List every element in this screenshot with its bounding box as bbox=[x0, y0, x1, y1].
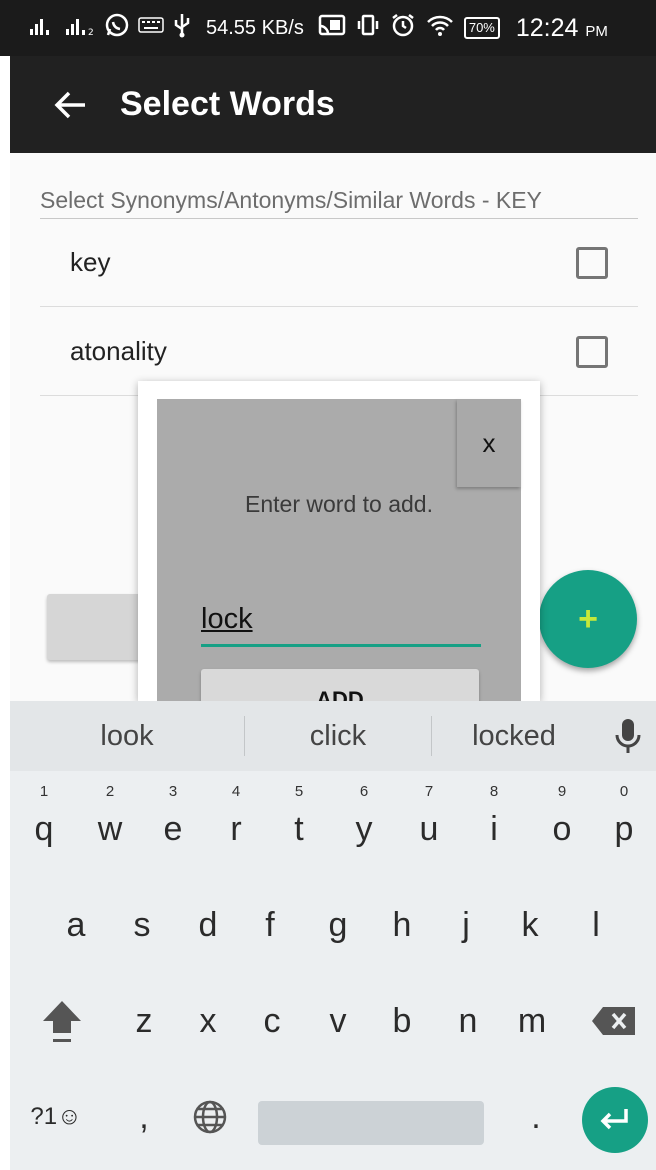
key-z[interactable]: z bbox=[114, 981, 174, 1061]
key-row-1: 1q 2w 3e 4r 5t 6y 7u 8i 9o 0p bbox=[10, 781, 656, 871]
key-d[interactable]: d bbox=[178, 885, 238, 965]
key-row-3: z x c v b n m bbox=[10, 981, 656, 1071]
signal-1-icon bbox=[30, 15, 58, 41]
key-i[interactable]: 8i bbox=[464, 781, 524, 861]
key-m[interactable]: m bbox=[502, 981, 562, 1061]
suggestion-2[interactable]: click bbox=[245, 720, 431, 753]
backspace-icon[interactable] bbox=[584, 981, 644, 1061]
arrow-left-icon[interactable] bbox=[40, 75, 100, 135]
key-q[interactable]: 1q bbox=[14, 781, 74, 861]
key-w[interactable]: 2w bbox=[80, 781, 140, 861]
key-f[interactable]: f bbox=[240, 885, 300, 965]
battery-icon: 70% bbox=[463, 17, 500, 39]
key-g[interactable]: g bbox=[308, 885, 368, 965]
plus-icon: + bbox=[578, 600, 598, 638]
key-k[interactable]: k bbox=[500, 885, 560, 965]
key-t[interactable]: 5t bbox=[269, 781, 329, 861]
mic-icon[interactable] bbox=[610, 715, 646, 757]
section-title: Select Synonyms/Antonyms/Similar Words -… bbox=[40, 187, 638, 219]
word-label: atonality bbox=[70, 336, 167, 366]
soft-keyboard: look click locked 1q 2w 3e 4r 5t 6y 7u 8… bbox=[10, 701, 656, 1170]
shift-icon[interactable] bbox=[32, 981, 92, 1061]
key-o[interactable]: 9o bbox=[532, 781, 592, 861]
svg-text:2: 2 bbox=[88, 28, 94, 35]
comma-key[interactable]: , bbox=[114, 1077, 174, 1157]
add-button[interactable]: ADD bbox=[201, 669, 479, 701]
key-n[interactable]: n bbox=[438, 981, 498, 1061]
word-input[interactable] bbox=[201, 595, 481, 647]
key-p[interactable]: 0p bbox=[594, 781, 654, 861]
close-button[interactable]: x bbox=[457, 399, 521, 487]
key-c[interactable]: c bbox=[242, 981, 302, 1061]
word-checkbox[interactable] bbox=[576, 246, 608, 279]
status-bar: 2 54.55 KB/s 70% 12:24 PM bbox=[0, 0, 656, 56]
key-y[interactable]: 6y bbox=[334, 781, 394, 861]
key-r[interactable]: 4r bbox=[206, 781, 266, 861]
status-icons-left: 2 bbox=[30, 12, 192, 44]
space-bar[interactable] bbox=[258, 1101, 484, 1145]
key-x[interactable]: x bbox=[178, 981, 238, 1061]
status-time: 12:24 PM bbox=[515, 13, 608, 42]
suggestion-3[interactable]: locked bbox=[432, 720, 596, 753]
wifi-icon bbox=[426, 14, 454, 42]
key-u[interactable]: 7u bbox=[399, 781, 459, 861]
add-word-dialog: x Enter word to add. ADD bbox=[138, 381, 540, 701]
word-label: key bbox=[70, 247, 111, 277]
dialog-prompt: Enter word to add. bbox=[245, 491, 433, 517]
key-row-4: ?1☺ , . bbox=[10, 1077, 656, 1167]
key-a[interactable]: a bbox=[46, 885, 106, 965]
key-e[interactable]: 3e bbox=[143, 781, 203, 861]
word-checkbox[interactable] bbox=[576, 335, 608, 368]
globe-icon[interactable] bbox=[180, 1077, 240, 1157]
suggestion-strip: look click locked bbox=[10, 701, 656, 771]
app-bar: Select Words bbox=[10, 56, 656, 153]
signal-2-icon: 2 bbox=[66, 15, 96, 41]
page-title: Select Words bbox=[120, 85, 335, 123]
key-v[interactable]: v bbox=[308, 981, 368, 1061]
usb-icon bbox=[172, 12, 192, 44]
period-key[interactable]: . bbox=[506, 1077, 566, 1157]
key-b[interactable]: b bbox=[372, 981, 432, 1061]
suggestion-1[interactable]: look bbox=[10, 720, 244, 753]
key-j[interactable]: j bbox=[436, 885, 496, 965]
dialog-body: x Enter word to add. ADD bbox=[157, 399, 521, 701]
alarm-icon bbox=[390, 12, 416, 44]
keyboard-icon bbox=[138, 16, 164, 40]
vibrate-icon bbox=[356, 13, 380, 43]
enter-icon[interactable] bbox=[582, 1087, 648, 1153]
key-l[interactable]: l bbox=[566, 885, 626, 965]
word-row-key[interactable]: key bbox=[40, 219, 638, 307]
key-s[interactable]: s bbox=[112, 885, 172, 965]
net-speed: 54.55 KB/s bbox=[206, 16, 304, 39]
cast-icon bbox=[318, 14, 346, 42]
add-word-fab[interactable]: + bbox=[539, 570, 637, 668]
status-icons-right: 70% 12:24 PM bbox=[318, 12, 608, 44]
whatsapp-icon bbox=[104, 12, 130, 44]
symbols-key[interactable]: ?1☺ bbox=[24, 1077, 88, 1157]
key-h[interactable]: h bbox=[372, 885, 432, 965]
key-row-2: a s d f g h j k l bbox=[10, 885, 656, 975]
